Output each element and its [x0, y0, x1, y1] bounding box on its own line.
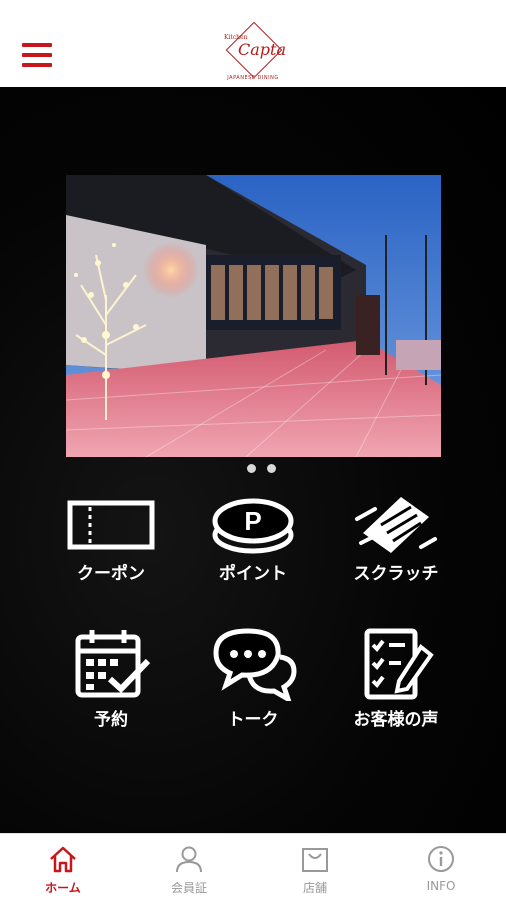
scratch-card-icon — [355, 497, 437, 553]
restaurant-entrance-photo — [66, 175, 441, 457]
chat-bubbles-icon — [213, 628, 297, 701]
tab-info-label: INFO — [426, 879, 456, 893]
bottom-tab-bar: ホーム 会員証 店舗 INFO — [0, 833, 506, 901]
tab-member-label: 会員証 — [170, 881, 207, 895]
slider-dot-2[interactable] — [267, 464, 276, 473]
tab-shop-label: 店舗 — [302, 881, 327, 895]
info-icon — [428, 846, 454, 872]
point-label: ポイント — [219, 564, 287, 584]
reserve-label: 予約 — [94, 710, 128, 730]
tab-member[interactable]: 会員証 — [126, 834, 252, 901]
calendar-check-icon — [75, 630, 151, 698]
tab-shop[interactable]: 店舗 — [252, 834, 378, 901]
svg-text:P: P — [244, 506, 261, 536]
menu-reserve-button[interactable]: 予約 — [41, 627, 181, 730]
coupon-label: クーポン — [77, 564, 145, 584]
checklist-pen-icon — [364, 628, 434, 700]
hamburger-menu-icon[interactable] — [22, 43, 52, 67]
app-header: Kitchen Capta JAPANESE DINING — [0, 0, 506, 87]
main-content: クーポン P ポイント スクラッチ 予約 トーク お客様の声 — [0, 87, 506, 833]
shop-bag-icon — [302, 848, 328, 872]
point-coin-icon: P — [212, 498, 294, 554]
menu-coupon-button[interactable]: クーポン — [41, 495, 181, 584]
talk-label: トーク — [227, 710, 279, 730]
tab-info[interactable]: INFO — [378, 834, 504, 901]
tab-home[interactable]: ホーム — [0, 834, 126, 901]
ticket-icon — [67, 500, 155, 550]
menu-voice-button[interactable]: お客様の声 — [326, 627, 466, 730]
slider-pagination — [247, 464, 276, 473]
menu-point-button[interactable]: P ポイント — [183, 495, 323, 584]
menu-talk-button[interactable]: トーク — [183, 627, 323, 730]
user-icon — [176, 846, 202, 873]
slider-dot-1[interactable] — [247, 464, 256, 473]
scratch-label: スクラッチ — [353, 564, 439, 584]
image-slider[interactable] — [66, 175, 441, 457]
brand-logo: Kitchen Capta JAPANESE DINING — [218, 21, 288, 84]
tab-home-label: ホーム — [45, 881, 81, 895]
voice-label: お客様の声 — [353, 710, 439, 730]
menu-scratch-button[interactable]: スクラッチ — [326, 495, 466, 584]
home-icon — [50, 846, 76, 873]
